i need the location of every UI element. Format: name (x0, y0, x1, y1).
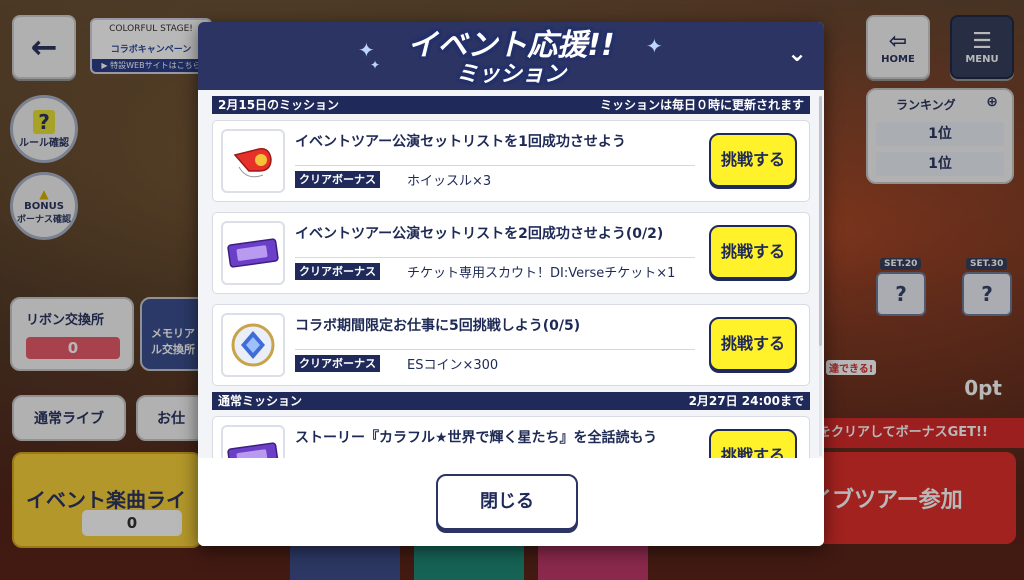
divider (295, 165, 695, 166)
mission-title: イベントツアー公演セットリストを2回成功させよう(0/2) (295, 226, 664, 242)
clear-bonus-label: クリアボーナス (295, 355, 380, 372)
scrollbar-thumb[interactable] (819, 96, 822, 346)
chevron-down-icon[interactable]: ⌄ (782, 38, 812, 68)
divider (295, 349, 695, 350)
clear-bonus-value: ESコイン×300 (407, 358, 499, 373)
modal-footer: 閉じる (198, 458, 824, 546)
mission-card: ストーリー『カラフル★世界で輝く星たち』を全話読もう 挑戦する (212, 416, 810, 458)
modal-title: イベント応援!! ミッション (198, 22, 824, 88)
clear-bonus-value: ホイッスル×3 (407, 174, 492, 189)
clear-bonus-label: クリアボーナス (295, 263, 380, 280)
mission-modal: ✦ ✦ ✦ イベント応援!! ミッション ⌄ 2月15日のミッション ミッション… (198, 22, 824, 546)
ticket-icon (221, 425, 285, 458)
mission-list[interactable]: 2月15日のミッション ミッションは毎日０時に更新されます イベントツアー公演セ… (208, 94, 814, 458)
ticket-icon (221, 221, 285, 285)
close-button[interactable]: 閉じる (436, 474, 578, 530)
modal-title-line2: ミッション (455, 62, 566, 87)
mission-title: ストーリー『カラフル★世界で輝く星たち』を全話読もう (295, 430, 658, 446)
challenge-button[interactable]: 挑戦する (709, 317, 797, 371)
mission-card: イベントツアー公演セットリストを2回成功させよう(0/2) クリアボーナス チケ… (212, 212, 810, 294)
mission-card: イベントツアー公演セットリストを1回成功させよう クリアボーナス ホイッスル×3… (212, 120, 810, 202)
mission-card: コラボ期間限定お仕事に5回挑戦しよう(0/5) クリアボーナス ESコイン×30… (212, 304, 810, 386)
section-header-daily: 2月15日のミッション ミッションは毎日０時に更新されます (212, 96, 810, 114)
whistle-icon (221, 129, 285, 193)
clear-bonus-label: クリアボーナス (295, 171, 380, 188)
challenge-button[interactable]: 挑戦する (709, 429, 797, 458)
clear-bonus-value: チケット専用スカウト！DI:Verseチケット×1 (407, 266, 676, 281)
modal-header: ✦ ✦ ✦ イベント応援!! ミッション ⌄ (198, 22, 824, 92)
divider (295, 257, 695, 258)
scrollbar[interactable] (819, 96, 822, 456)
challenge-button[interactable]: 挑戦する (709, 133, 797, 187)
challenge-button[interactable]: 挑戦する (709, 225, 797, 279)
mission-title: コラボ期間限定お仕事に5回挑戦しよう(0/5) (295, 318, 581, 334)
section-header-normal: 通常ミッション 2月27日 24:00まで (212, 392, 810, 410)
section-title: 2月15日のミッション (218, 98, 340, 112)
mission-title: イベントツアー公演セットリストを1回成功させよう (295, 134, 626, 150)
es-coin-icon (221, 313, 285, 377)
section-note: ミッションは毎日０時に更新されます (599, 98, 804, 112)
section-title: 通常ミッション (218, 394, 303, 408)
section-note: 2月27日 24:00まで (688, 394, 804, 408)
